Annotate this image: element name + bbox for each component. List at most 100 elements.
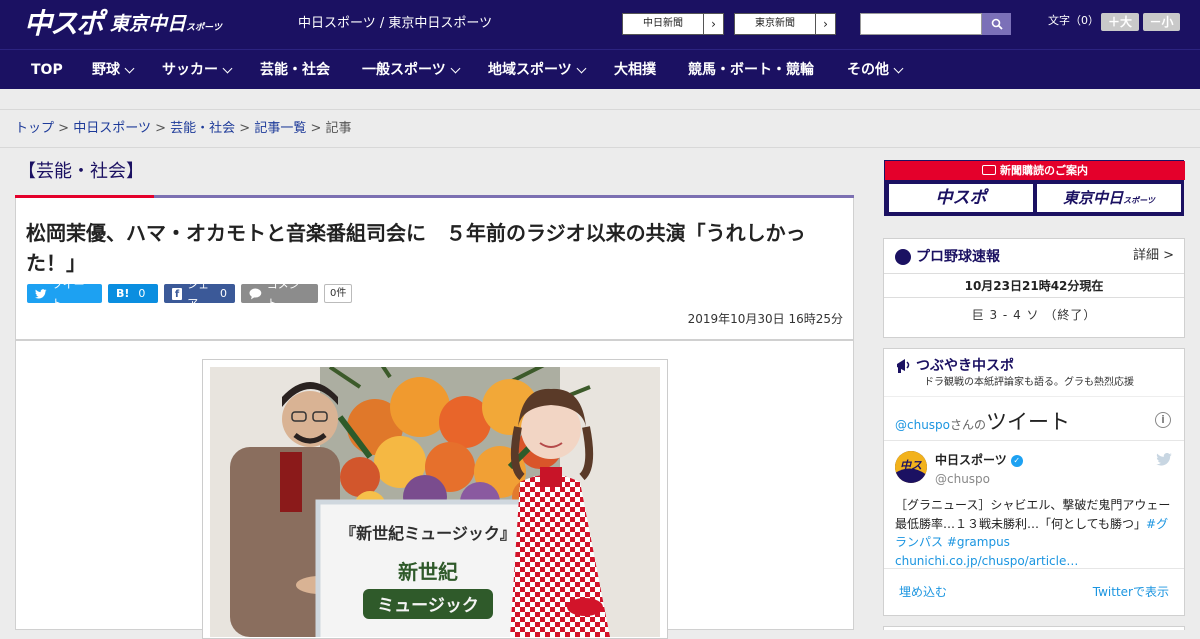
font-size-decrease-button[interactable]: －小 — [1143, 13, 1180, 31]
facebook-share-count: 0 — [220, 287, 227, 300]
twitter-bird-icon[interactable] — [1156, 453, 1172, 466]
nav-item-racing[interactable]: 競馬・ボート・競輪 — [688, 50, 814, 90]
twitter-embed-footer: 埋め込む Twitterで表示 — [884, 569, 1184, 613]
nav-item-soccer[interactable]: サッカー — [162, 50, 233, 90]
twitter-embed-title: @chuspoさんのツイート — [895, 412, 1070, 433]
avatar[interactable]: 中ス — [895, 451, 927, 483]
nav-item-baseball[interactable]: 野球 — [92, 50, 135, 90]
nav-label: 一般スポーツ — [362, 62, 446, 78]
site-title[interactable]: 中日スポーツ / 東京中日スポーツ — [298, 16, 492, 32]
sign-logo-line2: ミュージック — [377, 596, 479, 616]
article-header: 松岡茉優、ハマ・オカモトと音楽番組司会に ５年前のラジオ以来の共演「うれしかった… — [15, 198, 854, 340]
hatena-count: 0 — [138, 287, 146, 300]
baseball-scores-widget: プロ野球速報 詳細 > 10月23日21時42分現在 巨 3 - 4 ソ （終了… — [883, 238, 1185, 338]
twitter-embed-header: @chuspoさんのツイート i — [884, 397, 1184, 441]
top-header: 中スポ 東京中日スポーツ 中日スポーツ / 東京中日スポーツ 中日新聞 › 東京… — [0, 0, 1200, 49]
breadcrumb-chunichi-sports[interactable]: 中日スポーツ — [73, 121, 151, 136]
nav-item-top[interactable]: TOP — [31, 50, 63, 90]
photo-frame: 『新世紀ミュージック』 新世紀 ミュージック — [202, 359, 668, 639]
comment-button[interactable]: コメント — [241, 278, 318, 310]
facebook-share-button[interactable]: f シェア 0 — [164, 278, 235, 310]
share-buttons: ツイート B! 0 f シェア 0 コメント 0件 — [27, 278, 353, 310]
font-size-increase-button[interactable]: ＋大 — [1101, 13, 1139, 31]
twitter-icon — [35, 288, 47, 299]
view-on-twitter-link[interactable]: Twitterで表示 — [1093, 585, 1169, 600]
score-timestamp: 10月23日21時42分現在 — [884, 274, 1184, 298]
nav-item-general-sports[interactable]: 一般スポーツ — [362, 50, 461, 90]
baseball-detail-link[interactable]: 詳細 > — [1133, 248, 1174, 264]
breadcrumb-entertainment[interactable]: 芸能・社会 — [170, 121, 235, 136]
breadcrumb-current: 記事 — [325, 121, 352, 136]
tweet-link[interactable]: chunichi.co.jp/chuspo/article… — [895, 554, 1078, 568]
search-button[interactable] — [982, 13, 1011, 35]
nav-item-regional-sports[interactable]: 地域スポーツ — [488, 50, 587, 90]
hatena-icon: B! — [116, 287, 130, 300]
tweet-author-handle[interactable]: @chuspo — [935, 472, 990, 487]
newspaper-icon — [982, 165, 996, 175]
tweet-item[interactable]: 中ス 中日スポーツ ✓ @chuspo ［グラニュース］シャビエル、撃破だ鬼門アウ… — [884, 441, 1184, 569]
chunichi-shimbun-link[interactable]: 中日新聞 › — [622, 13, 724, 35]
nav-item-sumo[interactable]: 大相撲 — [614, 50, 656, 90]
breadcrumb-top[interactable]: トップ — [15, 121, 54, 136]
chevron-down-icon — [222, 63, 233, 73]
twitter-widget-header: つぶやき中スポ ドラ観戦の本紙評論家も語る。グラも熱烈応援 — [884, 349, 1184, 397]
comment-count: 0件 — [324, 284, 353, 303]
hatena-bookmark-button[interactable]: B! 0 — [108, 284, 158, 303]
tokyo-chunichi-logo-text: 東京中日 — [110, 13, 187, 35]
chevron-down-icon — [450, 63, 461, 73]
section-title: 【芸能・社会】 — [18, 161, 144, 182]
facebook-share-label: シェア — [187, 277, 210, 310]
photo-illustration: 『新世紀ミュージック』 新世紀 ミュージック — [210, 367, 660, 637]
tokyo-chunichi-logo[interactable]: 東京中日スポーツ — [110, 13, 222, 39]
nav-label: 芸能・社会 — [260, 62, 330, 78]
twitter-user-link[interactable]: @chuspo — [895, 418, 950, 432]
tweet-button[interactable]: ツイート — [27, 278, 102, 310]
subscription-tokyo-link[interactable]: 東京中日スポーツ — [1036, 183, 1182, 213]
main-nav: TOP 野球 サッカー 芸能・社会 一般スポーツ 地域スポーツ 大相撲 競馬・ボ… — [0, 49, 1200, 89]
chuspo-logo[interactable]: 中スポ — [24, 8, 104, 40]
subscription-title: 新聞購読のご案内 — [885, 161, 1185, 180]
spacer-band — [0, 89, 1200, 110]
twitter-widget-title: つぶやき中スポ — [916, 358, 1014, 374]
baseball-icon — [895, 249, 911, 265]
subscription-tokyo-text: 東京中日 — [1063, 189, 1124, 207]
megaphone-icon — [897, 359, 910, 373]
verified-badge-icon: ✓ — [1010, 454, 1023, 467]
subscription-banner[interactable]: 新聞購読のご案内 中スポ 東京中日スポーツ — [884, 160, 1185, 216]
chevron-down-icon — [576, 63, 587, 73]
breadcrumb-separator: > — [155, 121, 166, 136]
article-title: 松岡茉優、ハマ・オカモトと音楽番組司会に ５年前のラジオ以来の共演「うれしかった… — [26, 221, 806, 275]
game-score[interactable]: 巨 3 - 4 ソ （終了） — [884, 298, 1184, 333]
chevron-down-icon — [124, 63, 135, 73]
chunichi-shimbun-label: 中日新聞 — [643, 18, 683, 29]
nav-label: 野球 — [92, 62, 120, 78]
nav-item-entertainment[interactable]: 芸能・社会 — [260, 50, 330, 90]
tweet-author-text: 中日スポーツ — [935, 453, 1007, 467]
subscription-title-text: 新聞購読のご案内 — [1000, 164, 1088, 177]
sign-board: 『新世紀ミュージック』 新世紀 ミュージック — [315, 499, 541, 637]
font-size-label: 文字（0） — [1048, 14, 1099, 27]
subscription-chuspo-link[interactable]: 中スポ — [888, 183, 1034, 213]
nav-item-other[interactable]: その他 — [847, 50, 904, 90]
breadcrumb: トップ > 中日スポーツ > 芸能・社会 > 記事一覧 > 記事 — [15, 121, 352, 137]
chevron-right-icon: › — [815, 14, 835, 34]
tweet-text: ［グラニュース］シャビエル、撃破だ鬼門アウェー 最低勝率…１３戦未勝利…「何とし… — [895, 496, 1182, 570]
nav-label: 大相撲 — [614, 62, 656, 78]
svg-text:中ス: 中ス — [900, 459, 922, 472]
nav-label: 競馬・ボート・競輪 — [688, 62, 814, 78]
breadcrumb-separator: > — [310, 121, 322, 136]
info-icon[interactable]: i — [1155, 412, 1171, 428]
embed-link[interactable]: 埋め込む — [899, 585, 947, 600]
chuspo-avatar-icon: 中ス — [895, 451, 927, 483]
twitter-widget: つぶやき中スポ ドラ観戦の本紙評論家も語る。グラも熱烈応援 @chuspoさんの… — [883, 348, 1185, 616]
tokyo-shimbun-link[interactable]: 東京新聞 › — [734, 13, 836, 35]
article-photo[interactable]: 『新世紀ミュージック』 新世紀 ミュージック — [210, 367, 660, 637]
article-body: 『新世紀ミュージック』 新世紀 ミュージック — [15, 340, 854, 639]
nav-label: TOP — [31, 62, 63, 78]
breadcrumb-article-list[interactable]: 記事一覧 — [254, 121, 306, 136]
section-header: 【芸能・社会】 — [15, 158, 854, 198]
chevron-down-icon — [893, 63, 904, 73]
search-input[interactable] — [860, 13, 982, 35]
search-icon — [991, 18, 1003, 30]
tweet-author-name[interactable]: 中日スポーツ ✓ — [935, 453, 1023, 468]
